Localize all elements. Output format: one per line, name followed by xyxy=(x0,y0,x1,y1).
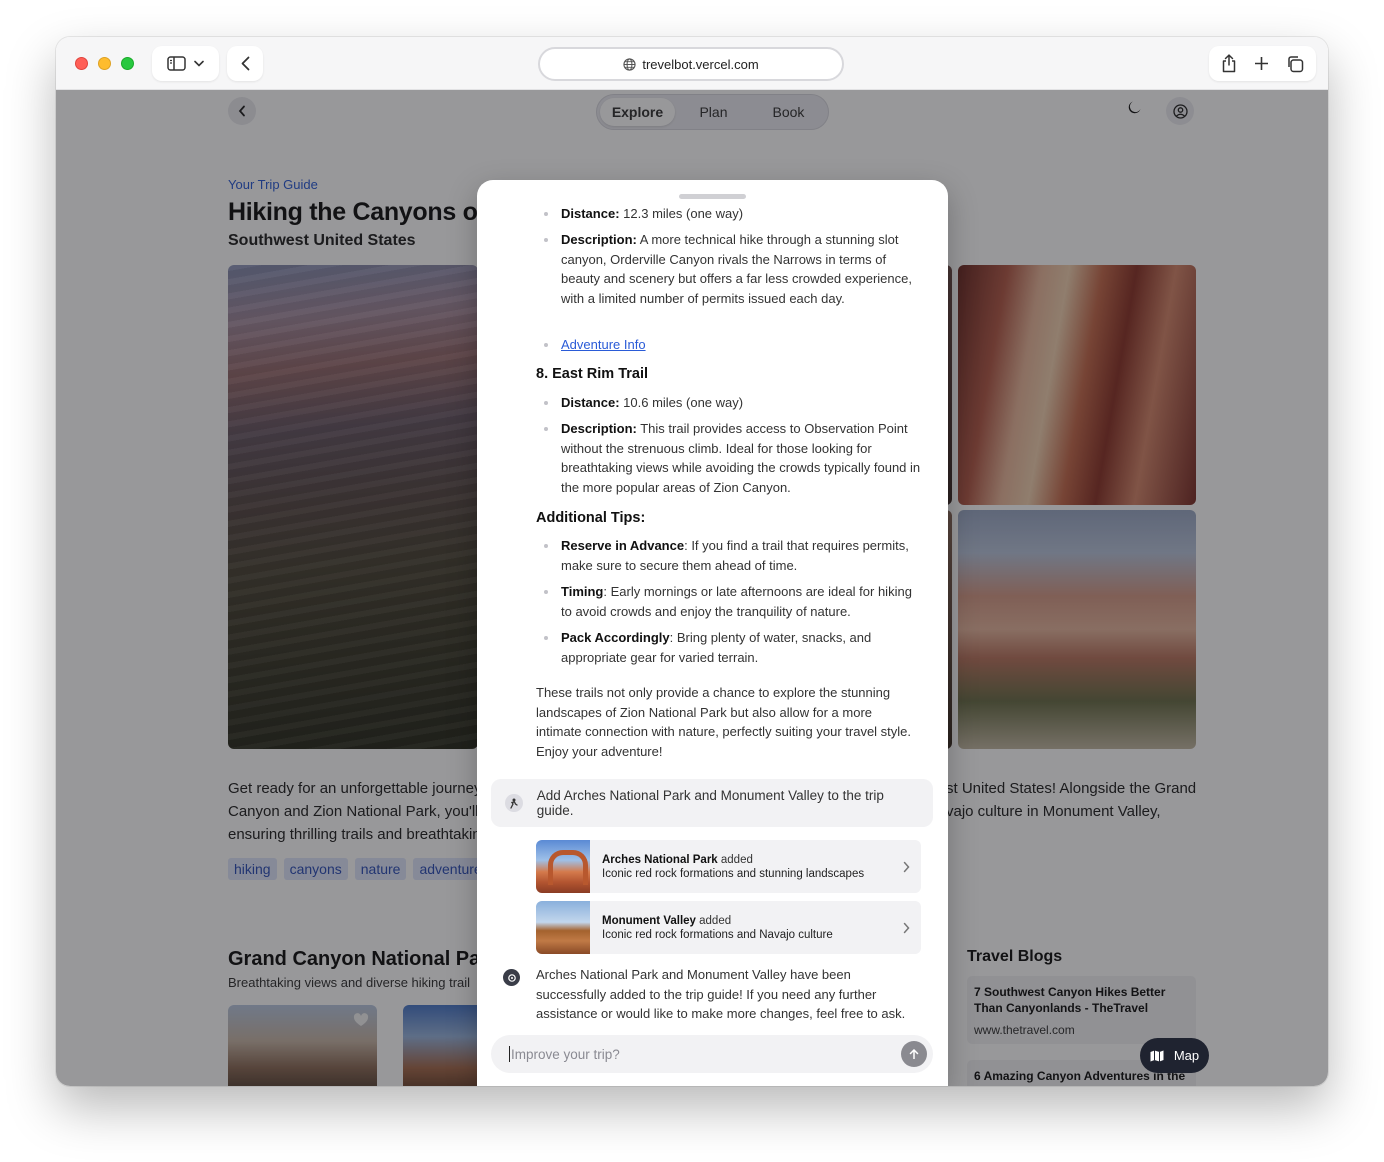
share-icon[interactable] xyxy=(1221,54,1237,73)
added-place-title: Arches National Park added xyxy=(602,853,753,866)
chevron-right-icon xyxy=(891,861,921,873)
browser-toolbar: trevelbot.vercel.com xyxy=(56,37,1328,90)
assistant-closing-text: These trails not only provide a chance t… xyxy=(536,685,912,759)
bullet xyxy=(544,590,548,594)
trail-heading: 8. East Rim Trail xyxy=(536,366,649,382)
globe-icon xyxy=(623,57,636,71)
tip-item: Reserve in Advance: If you find a trail … xyxy=(561,538,909,573)
added-place-card[interactable]: Monument Valley added Iconic red rock fo… xyxy=(536,901,921,954)
sidebar-icon xyxy=(167,56,186,71)
chat-composer xyxy=(491,1035,933,1073)
bullet xyxy=(544,401,548,405)
added-place-desc: Iconic red rock formations and Navajo cu… xyxy=(602,928,833,941)
drag-handle[interactable] xyxy=(679,194,746,199)
tips-heading: Additional Tips: xyxy=(536,510,646,526)
zoom-window-button[interactable] xyxy=(121,57,134,70)
added-place-title: Monument Valley added xyxy=(602,914,732,927)
minimize-window-button[interactable] xyxy=(98,57,111,70)
url-text: trevelbot.vercel.com xyxy=(642,56,759,72)
user-message: Add Arches National Park and Monument Va… xyxy=(491,779,933,827)
send-button[interactable] xyxy=(901,1041,927,1067)
new-tab-icon[interactable] xyxy=(1254,56,1269,71)
map-label: Map xyxy=(1173,1048,1200,1063)
user-avatar-icon xyxy=(505,794,523,812)
place-thumbnail xyxy=(536,840,590,893)
chevron-right-icon xyxy=(891,922,921,934)
close-window-button[interactable] xyxy=(75,57,88,70)
bullet xyxy=(544,212,548,216)
trail-distance: Distance: 12.3 miles (one way) xyxy=(561,206,744,221)
assistant-avatar-icon xyxy=(503,969,520,986)
map-icon xyxy=(1150,1050,1164,1062)
trail-description: Description: This trail provides access … xyxy=(561,421,921,495)
browser-window: trevelbot.vercel.com Explore Plan Book Y… xyxy=(56,37,1328,1086)
bullet xyxy=(544,544,548,548)
bullet xyxy=(544,343,548,347)
chevron-left-icon xyxy=(241,56,250,71)
chevron-down-icon xyxy=(194,60,204,67)
tip-item: Pack Accordingly: Bring plenty of water,… xyxy=(561,630,872,665)
bullet xyxy=(544,636,548,640)
adventure-info-link[interactable]: Adventure Info xyxy=(561,337,646,352)
text-caret xyxy=(509,1046,510,1062)
arrow-up-icon xyxy=(909,1048,919,1060)
map-button[interactable]: Map xyxy=(1140,1038,1209,1073)
tip-item: Timing: Early mornings or late afternoon… xyxy=(561,584,912,619)
assistant-reply-text: Arches National Park and Monument Valley… xyxy=(536,967,906,1022)
browser-back-button[interactable] xyxy=(227,46,263,81)
tab-overview-icon[interactable] xyxy=(1286,55,1304,73)
trail-description: Description: A more technical hike throu… xyxy=(561,232,912,306)
address-bar[interactable]: trevelbot.vercel.com xyxy=(538,47,844,81)
added-place-desc: Iconic red rock formations and stunning … xyxy=(602,867,865,880)
chat-modal: Distance: 12.3 miles (one way) Descripti… xyxy=(477,180,948,1086)
bullet xyxy=(544,238,548,242)
user-message-text: Add Arches National Park and Monument Va… xyxy=(536,788,884,818)
chat-input[interactable] xyxy=(511,1046,901,1062)
sidebar-toggle-button[interactable] xyxy=(152,46,219,81)
place-thumbnail xyxy=(536,901,590,954)
bullet xyxy=(544,427,548,431)
toolbar-actions xyxy=(1209,46,1316,81)
trail-distance: Distance: 10.6 miles (one way) xyxy=(561,395,744,410)
added-place-card[interactable]: Arches National Park added Iconic red ro… xyxy=(536,840,921,893)
